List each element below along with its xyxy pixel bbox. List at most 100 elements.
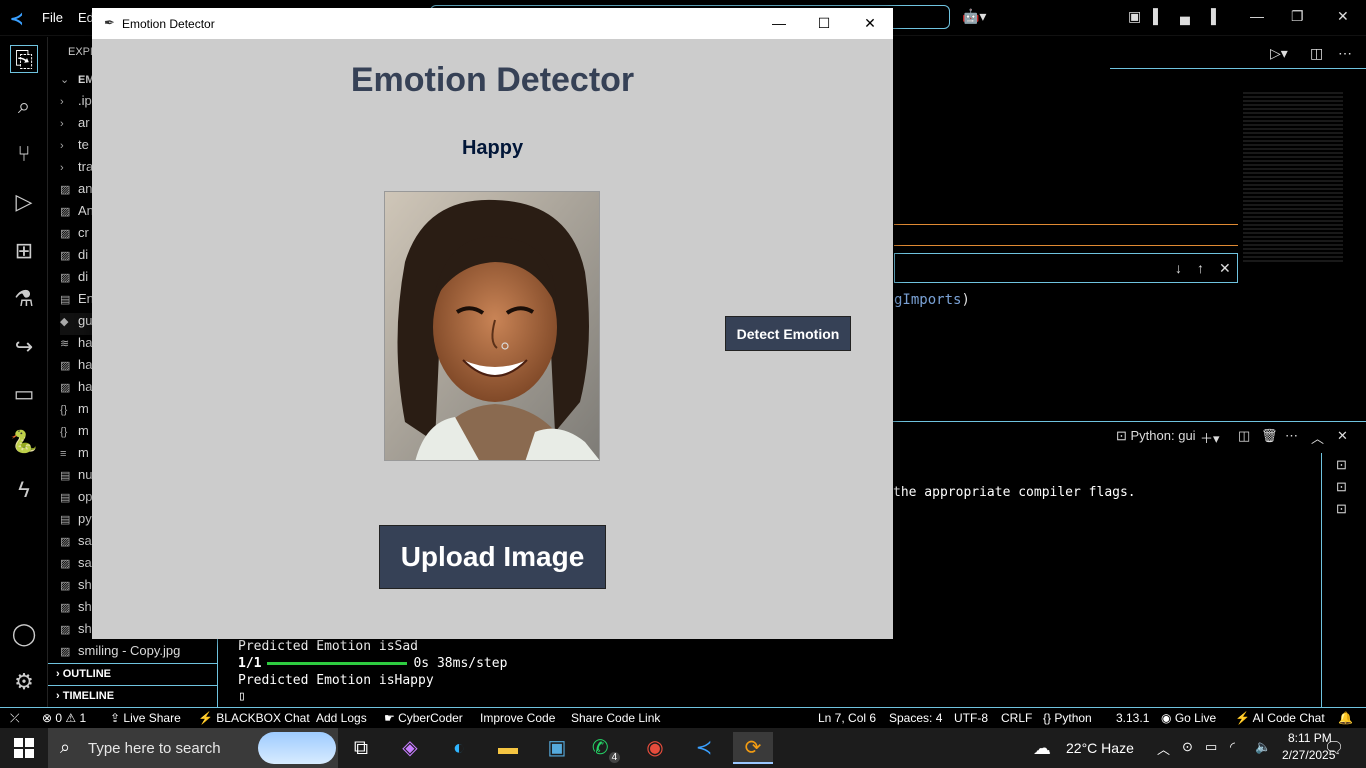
live-share-status[interactable]: ⇪ Live Share — [110, 711, 181, 725]
accounts-icon[interactable]: ◯ — [10, 620, 38, 648]
cursor-position-status[interactable]: Ln 7, Col 6 — [818, 711, 876, 725]
arrow-down-icon[interactable]: ↓ — [1175, 260, 1182, 276]
terminal-cursor: ▯ — [238, 689, 246, 704]
terminal-progress-line: 1/1 0s 38ms/step — [238, 656, 508, 671]
remote-icon[interactable]: ⤫ — [10, 711, 20, 726]
file-explorer-icon[interactable]: ▬ — [488, 732, 528, 764]
uploaded-image-preview — [384, 191, 600, 461]
windows-start-icon[interactable] — [14, 738, 34, 758]
detect-emotion-button[interactable]: Detect Emotion — [725, 316, 851, 351]
add-logs-status[interactable]: Add Logs — [316, 711, 367, 725]
vscode-taskbar-icon[interactable]: ≺ — [684, 732, 724, 764]
chrome-icon[interactable]: ◉ — [635, 732, 675, 764]
source-control-icon[interactable]: ⑂ — [10, 140, 38, 168]
indent-status[interactable]: Spaces: 4 — [889, 711, 942, 725]
python-app-taskbar-icon[interactable]: ⟳ — [733, 732, 773, 764]
manage-gear-icon[interactable]: ⚙ — [10, 668, 38, 696]
sidebar-file-label: an — [78, 181, 93, 196]
encoding-status[interactable]: UTF-8 — [954, 711, 988, 725]
task-view-icon[interactable]: ⧉ — [341, 732, 381, 764]
close-panel-icon[interactable]: ✕ — [1337, 428, 1348, 444]
more-actions-icon[interactable]: ⋯ — [1338, 45, 1352, 62]
battery-icon[interactable]: ▭ — [1205, 739, 1217, 755]
testing-icon[interactable]: ⚗ — [10, 285, 38, 313]
meet-now-icon[interactable]: ⊙ — [1182, 739, 1193, 755]
terminal-app-icon[interactable]: ▣ — [537, 732, 577, 764]
toggle-secondary-icon[interactable]: ▐ — [1206, 8, 1216, 24]
terminal-instance-icon[interactable]: ⊡ — [1336, 479, 1347, 495]
go-live-status[interactable]: ◉ Go Live — [1161, 711, 1216, 725]
tk-feather-icon: ✒ — [104, 15, 115, 30]
language-status[interactable]: {} Python — [1043, 711, 1092, 725]
arrow-up-icon[interactable]: ↑ — [1197, 260, 1204, 276]
interpreter-status[interactable]: 3.13.1 — [1116, 711, 1149, 725]
terminal-instance-icon[interactable]: ⊡ — [1336, 501, 1347, 517]
maximize-panel-icon[interactable]: ︿ — [1311, 428, 1324, 447]
edge-browser-icon[interactable]: ◐ — [439, 732, 479, 764]
notifications-bell-icon[interactable]: 🔔 — [1338, 711, 1353, 725]
improve-code-status[interactable]: Improve Code — [480, 711, 555, 725]
python-icon[interactable]: 🐍 — [10, 428, 38, 456]
image-file-icon: ▨ — [60, 184, 71, 196]
toggle-panel-icon[interactable]: ▄ — [1180, 8, 1190, 24]
notification-center-icon[interactable]: 🗨 — [1324, 738, 1344, 758]
split-editor-icon[interactable]: ◫ — [1310, 45, 1323, 62]
toggle-sidebar-icon[interactable]: ▌ — [1153, 8, 1163, 24]
vscode-close-icon[interactable]: ✕ — [1337, 8, 1349, 25]
whatsapp-icon[interactable]: ✆ 4 — [586, 732, 626, 764]
close-button[interactable]: ✕ — [847, 8, 893, 39]
remote-explorer-icon[interactable]: ▭ — [10, 380, 38, 408]
menu-file[interactable]: File — [42, 10, 63, 25]
split-terminal-icon[interactable]: ◫ — [1238, 428, 1250, 444]
copilot-icon[interactable]: 🤖▾ — [962, 8, 986, 25]
extensions-icon[interactable]: ⊞ — [10, 237, 38, 265]
emotion-result-label: Happy — [461, 137, 524, 159]
weather-icon[interactable]: ☁ — [1033, 738, 1051, 759]
blackbox-status[interactable]: ⚡ BLACKBOX Chat — [198, 711, 310, 725]
tray-chevron-icon[interactable]: ︿ — [1157, 739, 1170, 758]
app-heading: Emotion Detector — [350, 61, 635, 99]
python-file-icon: ◆ — [60, 316, 69, 328]
terminal-instance-icon[interactable]: ⊡ — [1336, 457, 1347, 473]
maximize-button[interactable]: ☐ — [801, 8, 847, 39]
share-code-status[interactable]: Share Code Link — [571, 711, 660, 725]
terminal-progress-bar — [267, 662, 408, 665]
image-file-icon: ▨ — [60, 558, 71, 570]
run-debug-icon[interactable]: ▷ — [10, 188, 38, 216]
emotion-detector-window: ✒ Emotion Detector — ☐ ✕ Emotion Detecto… — [92, 8, 893, 639]
live-share-icon[interactable]: ↪ — [10, 333, 38, 361]
file-icon: ▤ — [60, 492, 71, 504]
image-file-icon: ▨ — [60, 250, 71, 262]
lightning-icon[interactable]: ϟ — [10, 476, 38, 504]
sidebar-file-label: sh — [78, 577, 92, 592]
new-terminal-icon[interactable]: ＋▾ — [1200, 428, 1220, 447]
timeline-section[interactable]: › TIMELINE — [48, 685, 218, 707]
weather-text[interactable]: 22°C Haze — [1066, 740, 1134, 756]
vscode-restore-icon[interactable]: ❐ — [1291, 8, 1304, 25]
terminal-tab[interactable]: ⊡ Python: gui — [1116, 428, 1196, 444]
minimap[interactable] — [1243, 92, 1343, 262]
copilot-app-icon[interactable]: ◈ — [390, 732, 430, 764]
sidebar-file-item[interactable]: ▨ smiling - Copy.jpg — [60, 643, 218, 665]
upload-image-button[interactable]: Upload Image — [379, 525, 606, 589]
explorer-icon[interactable]: ⎘ — [10, 45, 38, 73]
close-find-icon[interactable]: ✕ — [1219, 260, 1231, 277]
layout-icon[interactable]: ▣ — [1128, 8, 1141, 25]
vscode-minimize-icon[interactable]: — — [1250, 8, 1264, 24]
highlight-line — [894, 224, 1238, 225]
ai-chat-status[interactable]: ⚡ AI Code Chat — [1235, 711, 1325, 725]
eol-status[interactable]: CRLF — [1001, 711, 1032, 725]
wifi-icon[interactable]: ◜ — [1230, 739, 1235, 755]
minimize-button[interactable]: — — [756, 8, 802, 39]
cybercoder-status[interactable]: ☛ CyberCoder — [384, 711, 463, 725]
window-titlebar[interactable]: ✒ Emotion Detector — ☐ ✕ — [92, 8, 893, 39]
problems-status[interactable]: ⊗ 0 ⚠ 1 — [42, 711, 86, 725]
sidebar-file-label: m — [78, 401, 89, 416]
volume-icon[interactable]: 🔈 — [1255, 739, 1271, 755]
run-python-icon[interactable]: ▷▾ — [1270, 45, 1288, 62]
chevron-right-icon: › — [60, 140, 64, 152]
panel-more-icon[interactable]: ⋯ — [1285, 428, 1298, 444]
kill-terminal-icon[interactable]: 🗑 — [1261, 428, 1278, 444]
outline-section[interactable]: › OUTLINE — [48, 663, 218, 685]
search-icon[interactable]: ⌕ — [10, 92, 38, 120]
